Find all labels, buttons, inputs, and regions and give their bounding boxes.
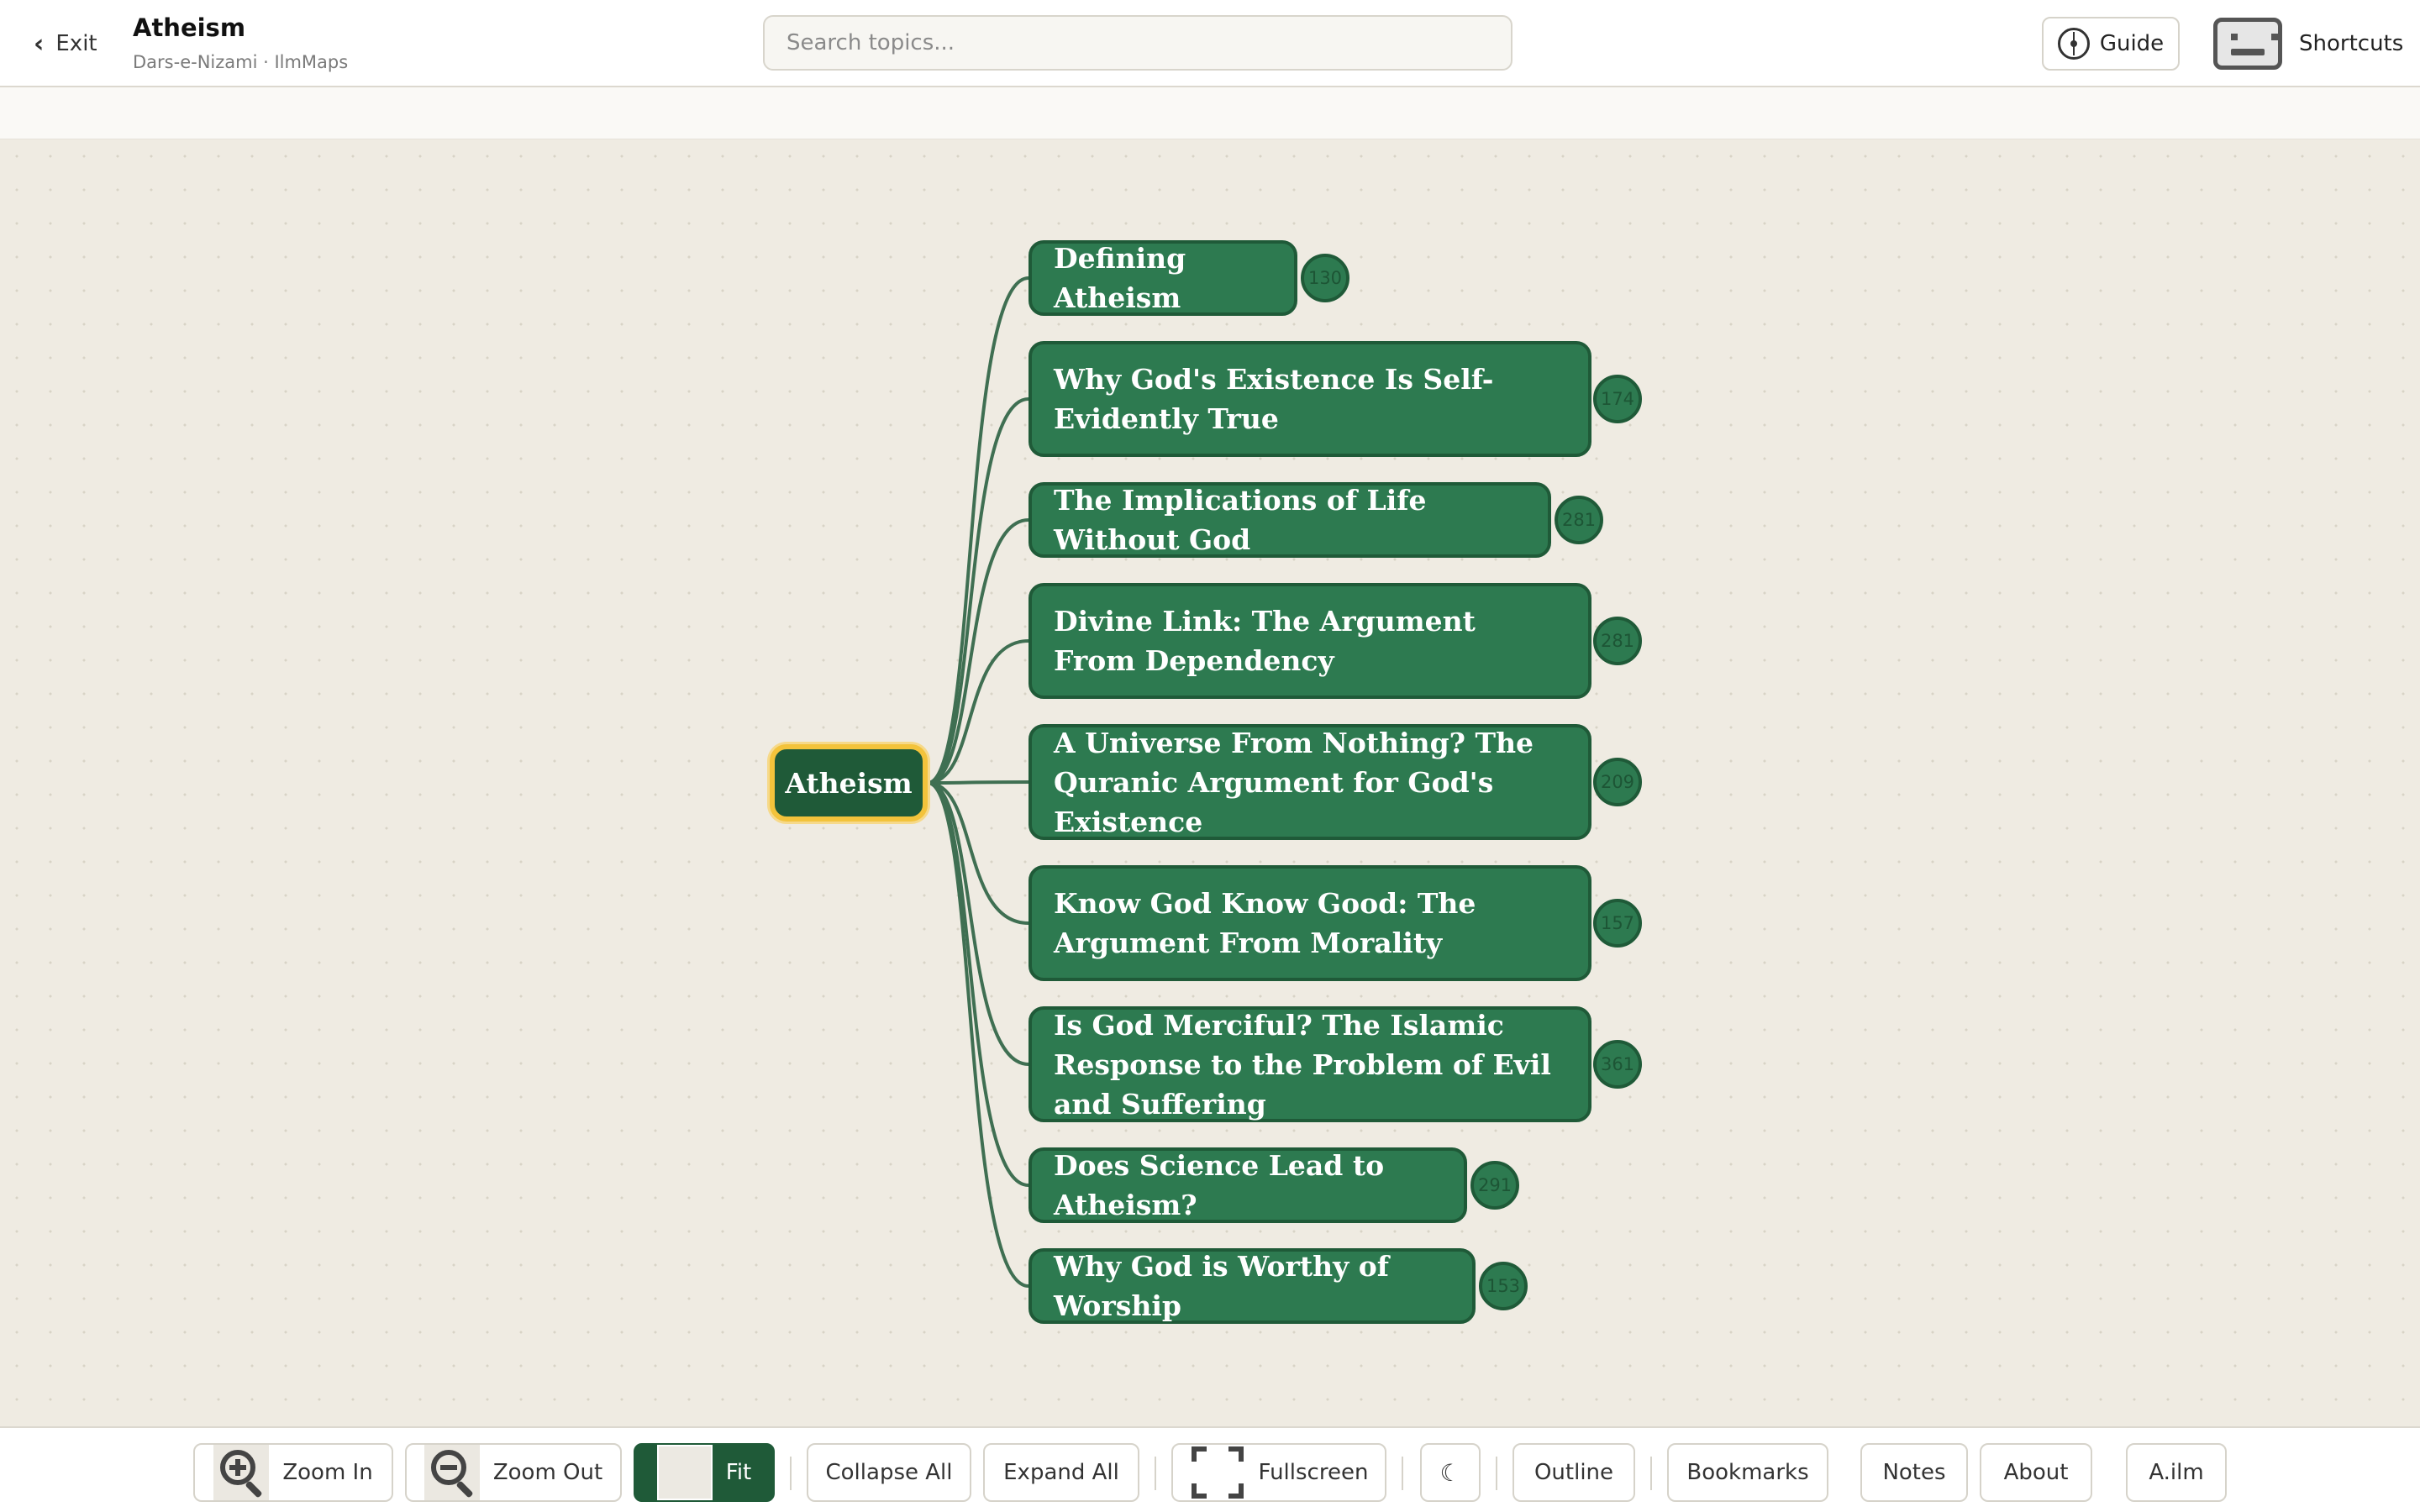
expand-all-button[interactable]: Expand All — [983, 1443, 1139, 1502]
zoom-in-label: Zoom In — [282, 1460, 373, 1485]
child-node-dependency[interactable]: Divine Link: The Argument From Dependenc… — [1028, 583, 1591, 699]
child-node-evil-suffering[interactable]: Is God Merciful? The Islamic Response to… — [1028, 1006, 1591, 1122]
ailm-label: A.ilm — [2149, 1460, 2204, 1485]
collapse-all-label: Collapse All — [825, 1460, 953, 1485]
node-count-badge: 130 — [1301, 254, 1349, 302]
node-count-badge: 291 — [1470, 1161, 1519, 1210]
chevron-left-icon: ‹ — [34, 29, 45, 59]
node-label: Know God Know Good: The Argument From Mo… — [1054, 887, 1476, 959]
ailm-button[interactable]: A.ilm — [2126, 1443, 2227, 1502]
moon-icon: ☾ — [1439, 1458, 1461, 1487]
node-count-badge: 174 — [1593, 375, 1642, 423]
zoom-out-button[interactable]: Zoom Out — [405, 1443, 622, 1502]
node-count-badge: 157 — [1593, 899, 1642, 948]
fit-icon — [656, 1445, 713, 1500]
outline-button[interactable]: Outline — [1512, 1443, 1635, 1502]
fit-label: Fit — [725, 1460, 752, 1485]
fullscreen-label: Fullscreen — [1258, 1460, 1369, 1485]
toolbar-divider — [790, 1457, 792, 1490]
node-label: Is God Merciful? The Islamic Response to… — [1054, 1008, 1551, 1121]
node-label: A Universe From Nothing? The Quranic Arg… — [1054, 726, 1534, 838]
node-count-badge: 209 — [1593, 758, 1642, 806]
notes-button[interactable]: Notes — [1860, 1443, 1968, 1502]
exit-label: Exit — [55, 31, 97, 56]
zoom-in-button[interactable]: Zoom In — [193, 1443, 393, 1502]
toolbar-divider — [1155, 1457, 1156, 1490]
child-node-science[interactable]: Does Science Lead to Atheism? — [1028, 1147, 1467, 1223]
collapse-all-button[interactable]: Collapse All — [807, 1443, 971, 1502]
bottom-toolbar: Zoom In Zoom Out Fit Collapse All Expand… — [0, 1426, 2420, 1512]
search-input[interactable] — [763, 15, 1512, 71]
zoom-out-label: Zoom Out — [492, 1460, 603, 1485]
node-label: Why God is Worthy of Worship — [1054, 1250, 1389, 1322]
shortcuts-label: Shortcuts — [2299, 31, 2404, 56]
fullscreen-button[interactable]: Fullscreen — [1171, 1443, 1386, 1502]
toolbar-divider — [1402, 1457, 1403, 1490]
guide-icon — [2057, 28, 2090, 60]
zoom-out-icon — [424, 1445, 480, 1500]
node-label: Why God's Existence Is Self-Evidently Tr… — [1054, 363, 1494, 435]
child-node-morality[interactable]: Know God Know Good: The Argument From Mo… — [1028, 865, 1591, 981]
about-label: About — [2003, 1460, 2069, 1485]
root-node[interactable]: Atheism — [770, 744, 928, 822]
guide-label: Guide — [2099, 31, 2165, 56]
child-node-worship[interactable]: Why God is Worthy of Worship — [1028, 1248, 1476, 1324]
child-node-universe[interactable]: A Universe From Nothing? The Quranic Arg… — [1028, 724, 1591, 840]
zoom-in-icon — [213, 1445, 270, 1500]
node-count-badge: 281 — [1593, 617, 1642, 665]
guide-button[interactable]: Guide — [2042, 17, 2180, 71]
child-node-self-evident[interactable]: Why God's Existence Is Self-Evidently Tr… — [1028, 341, 1591, 457]
bookmarks-button[interactable]: Bookmarks — [1667, 1443, 1828, 1502]
notes-label: Notes — [1882, 1460, 1946, 1485]
theme-toggle-button[interactable]: ☾ — [1420, 1443, 1481, 1502]
node-label: Defining Atheism — [1054, 242, 1186, 314]
fit-button[interactable]: Fit — [634, 1443, 775, 1502]
toolbar-divider — [1650, 1457, 1652, 1490]
bookmarks-label: Bookmarks — [1686, 1460, 1809, 1485]
expand-all-label: Expand All — [1003, 1460, 1119, 1485]
child-node-implications[interactable]: The Implications of Life Without God — [1028, 482, 1551, 558]
sub-toolbar — [0, 87, 2420, 139]
page-title: Atheism — [133, 13, 246, 42]
child-node-defining-atheism[interactable]: Defining Atheism — [1028, 240, 1297, 316]
toolbar-divider — [1496, 1457, 1497, 1490]
node-label: The Implications of Life Without God — [1054, 484, 1427, 556]
keyboard-icon — [2213, 18, 2282, 70]
node-count-badge: 361 — [1593, 1040, 1642, 1089]
node-label: Divine Link: The Argument From Dependenc… — [1054, 605, 1476, 677]
title-block: Atheism Dars-e-Nizami · IlmMaps — [133, 13, 348, 72]
about-button[interactable]: About — [1980, 1443, 2092, 1502]
node-label: Does Science Lead to Atheism? — [1054, 1149, 1385, 1221]
node-count-badge: 153 — [1479, 1262, 1528, 1310]
page-subtitle: Dars-e-Nizami · IlmMaps — [133, 52, 349, 72]
node-count-badge: 281 — [1555, 496, 1603, 544]
exit-button[interactable]: ‹ Exit — [34, 27, 97, 60]
shortcuts-button[interactable]: Shortcuts — [2213, 17, 2403, 71]
outline-label: Outline — [1534, 1460, 1614, 1485]
top-bar: ‹ Exit Atheism Dars-e-Nizami · IlmMaps G… — [0, 0, 2420, 87]
fullscreen-icon — [1190, 1445, 1245, 1500]
